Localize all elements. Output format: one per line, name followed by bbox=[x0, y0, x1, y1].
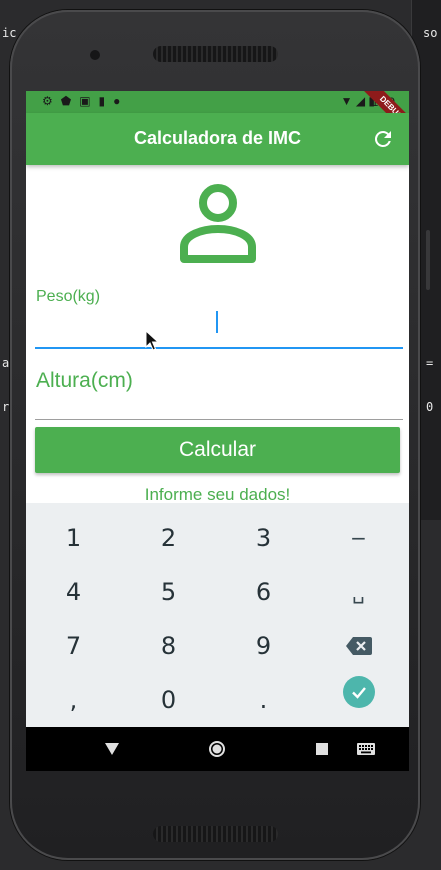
app-title: Calculadora de IMC bbox=[133, 128, 302, 148]
person-outline-icon bbox=[180, 184, 256, 263]
top-speaker bbox=[153, 46, 278, 62]
key-3[interactable]: 3 bbox=[216, 511, 311, 565]
key-1[interactable]: 1 bbox=[26, 511, 121, 565]
status-bar: ⚙⬟▣▮● ▼ ◢ ▮ 1:39 DEBUG bbox=[26, 91, 409, 142]
app-screen: ⚙⬟▣▮● ▼ ◢ ▮ 1:39 DEBUG Calculadora de IM… bbox=[26, 91, 409, 771]
bottom-speaker bbox=[153, 826, 278, 842]
circle-icon: ● bbox=[113, 94, 129, 108]
key-9[interactable]: 9 bbox=[216, 619, 311, 673]
refresh-icon[interactable] bbox=[371, 127, 395, 151]
background-text: a bbox=[2, 356, 10, 370]
status-icons-left: ⚙⬟▣▮● bbox=[42, 94, 128, 108]
calculate-button[interactable]: Calcular bbox=[35, 427, 400, 473]
wifi-icon: ▼ bbox=[340, 94, 353, 108]
back-icon bbox=[105, 743, 119, 755]
numeric-keyboard: 1 2 3 − 4 5 6 ␣ 7 8 9 , 0 . bbox=[26, 503, 409, 727]
weight-label: Peso(kg) bbox=[36, 288, 101, 305]
volume-button bbox=[426, 230, 430, 290]
mouse-cursor-icon bbox=[145, 330, 160, 351]
recents-icon bbox=[316, 743, 328, 755]
background-text: so bbox=[423, 26, 438, 40]
signal-icon: ◢ bbox=[355, 94, 366, 108]
height-label: Altura(cm) bbox=[36, 369, 133, 392]
text-caret bbox=[216, 311, 218, 333]
key-7[interactable]: 7 bbox=[26, 619, 121, 673]
key-5[interactable]: 5 bbox=[121, 565, 216, 619]
key-6[interactable]: 6 bbox=[216, 565, 311, 619]
key-2[interactable]: 2 bbox=[121, 511, 216, 565]
gear-icon: ⚙ bbox=[42, 94, 61, 108]
key-4[interactable]: 4 bbox=[26, 565, 121, 619]
height-input[interactable] bbox=[35, 391, 403, 420]
home-icon bbox=[209, 741, 225, 757]
background-text: = bbox=[426, 356, 434, 370]
backspace-icon bbox=[345, 637, 372, 655]
key-period[interactable]: . bbox=[216, 673, 311, 727]
background-text: r bbox=[2, 400, 10, 414]
sd-card-icon: ▮ bbox=[98, 94, 114, 108]
check-icon bbox=[342, 676, 375, 708]
home-button[interactable] bbox=[187, 727, 247, 771]
weight-input[interactable] bbox=[35, 309, 403, 349]
keyboard-icon bbox=[357, 743, 375, 755]
front-camera bbox=[90, 50, 100, 60]
app-bar: Calculadora de IMC bbox=[26, 113, 409, 165]
back-button[interactable] bbox=[82, 727, 142, 771]
keyboard-switch-button[interactable] bbox=[336, 727, 396, 771]
background-text: ic bbox=[2, 26, 17, 40]
system-nav-bar bbox=[26, 727, 409, 771]
key-0[interactable]: 0 bbox=[121, 673, 216, 727]
a-icon: ▣ bbox=[79, 94, 99, 108]
key-comma[interactable]: , bbox=[26, 673, 121, 727]
shield-icon: ⬟ bbox=[60, 94, 80, 108]
key-minus[interactable]: − bbox=[311, 511, 406, 565]
key-space[interactable]: ␣ bbox=[311, 565, 406, 619]
key-confirm[interactable] bbox=[311, 665, 406, 719]
background-text: 0 bbox=[426, 400, 434, 414]
info-text: Informe seu dados! bbox=[144, 485, 291, 504]
key-8[interactable]: 8 bbox=[121, 619, 216, 673]
